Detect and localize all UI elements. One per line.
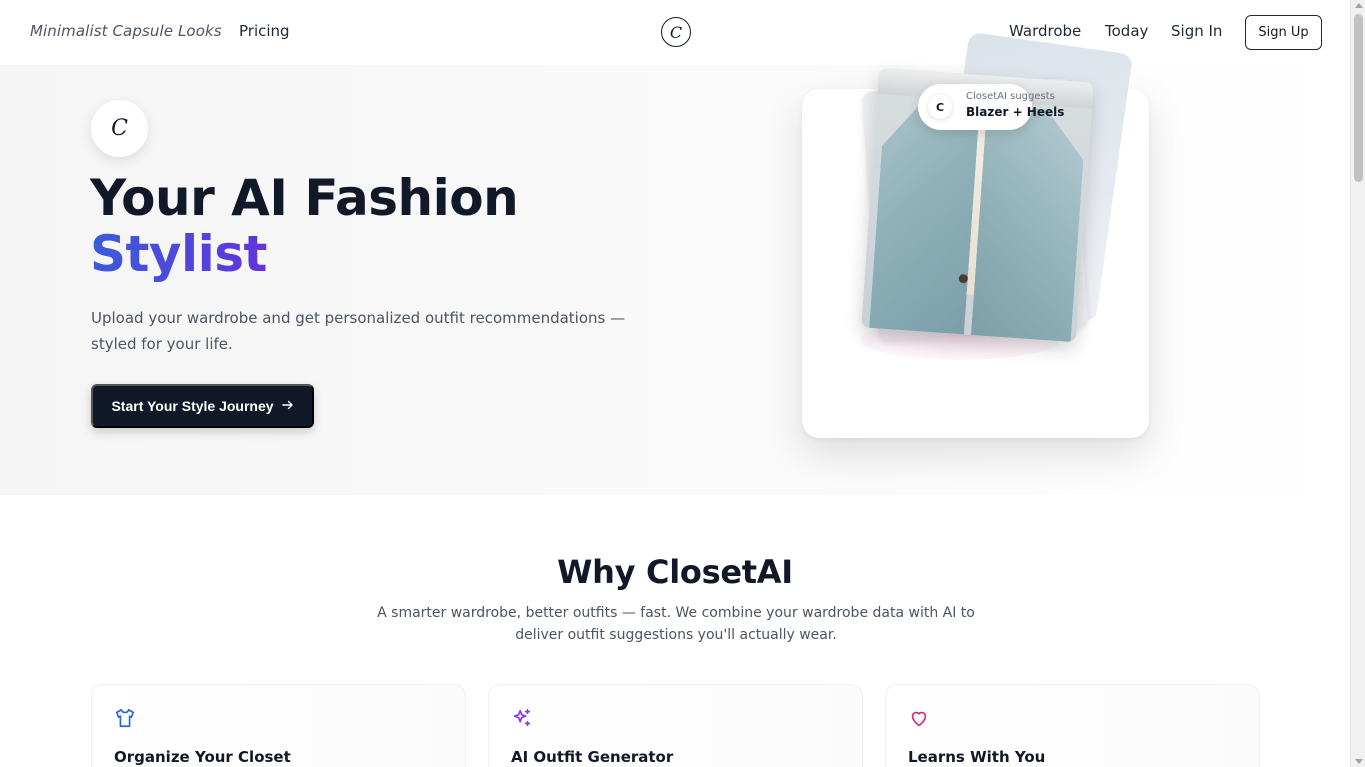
nav-link-wardrobe[interactable]: Wardrobe (1009, 22, 1081, 40)
blazer-right-panel (970, 105, 1086, 342)
brand-link[interactable]: Minimalist Capsule Looks (30, 22, 222, 40)
feature-title: Organize Your Closet (114, 748, 291, 766)
sign-up-button[interactable]: Sign Up (1245, 15, 1322, 50)
blazer-left-panel (868, 98, 980, 342)
closetai-avatar: C (928, 95, 952, 119)
nav-link-today[interactable]: Today (1105, 22, 1148, 40)
suggestion-caption: ClosetAI suggests (966, 91, 1055, 102)
hero-title-line1: Your AI Fashion (90, 169, 519, 227)
heart-icon (908, 707, 930, 729)
scrollbar-thumb[interactable] (1354, 14, 1363, 182)
why-subtitle: A smarter wardrobe, better outfits — fas… (377, 605, 975, 643)
arrow-right-icon (281, 398, 294, 414)
suggestion-text: Blazer + Heels (966, 105, 1065, 119)
scroll-down-icon[interactable] (1355, 759, 1363, 764)
suggestion-pill: C ClosetAI suggests Blazer + Heels (918, 84, 1064, 130)
feature-title: Learns With You (908, 748, 1046, 766)
logo-letter: C (669, 22, 683, 42)
hero-badge-letter: C (111, 116, 128, 141)
logo-icon[interactable]: C (661, 17, 691, 47)
feature-title: AI Outfit Generator (511, 748, 674, 766)
shirt-icon (114, 707, 136, 729)
cta-label: Start Your Style Journey (111, 398, 274, 414)
feature-card-ai-generator[interactable]: AI Outfit Generator (488, 684, 863, 767)
sign-in-link[interactable]: Sign In (1171, 22, 1222, 40)
nav-link-pricing[interactable]: Pricing (239, 22, 290, 40)
hero-title-accent: Stylist (90, 226, 518, 282)
hero-logo-badge: C (91, 100, 148, 157)
page-scrollbar[interactable] (1350, 0, 1365, 767)
hero-subtitle: Upload your wardrobe and get personalize… (91, 309, 626, 353)
feature-card-learns[interactable]: Learns With You (885, 684, 1260, 767)
start-style-journey-button[interactable]: Start Your Style Journey (91, 384, 314, 428)
sparkles-icon (511, 707, 533, 729)
hero-title: Your AI Fashion Stylist (90, 169, 519, 282)
top-nav: Minimalist Capsule Looks Pricing C Wardr… (0, 0, 1350, 65)
why-title: Why ClosetAI (557, 553, 793, 591)
scroll-up-icon[interactable] (1355, 3, 1363, 8)
feature-card-organize[interactable]: Organize Your Closet (91, 684, 466, 767)
